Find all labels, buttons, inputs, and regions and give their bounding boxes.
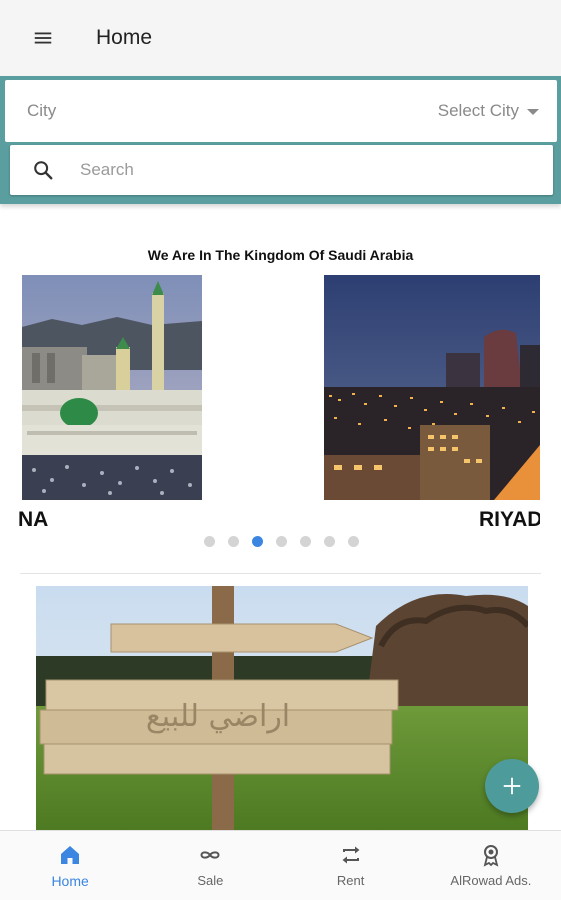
carousel-title: We Are In The Kingdom Of Saudi Arabia bbox=[147, 247, 414, 263]
carousel-slide-label-medina: NA bbox=[18, 508, 49, 531]
nav-label-sale: Sale bbox=[197, 873, 224, 888]
nav-label-home: Home bbox=[51, 872, 89, 889]
caret-down-icon bbox=[527, 109, 539, 115]
carousel-slide-riyadh[interactable] bbox=[324, 275, 540, 500]
carousel-slide-medina[interactable] bbox=[22, 275, 202, 500]
svg-text:اراضي للبيع: اراضي للبيع bbox=[146, 699, 290, 734]
medina-mosque-photo bbox=[22, 275, 202, 500]
page-title: Home bbox=[96, 26, 153, 49]
city-select-dropdown[interactable]: Select City bbox=[438, 101, 539, 121]
menu-button[interactable] bbox=[0, 0, 86, 76]
city-row: City Select City bbox=[5, 80, 557, 142]
award-icon bbox=[483, 845, 499, 867]
pager-dot[interactable] bbox=[228, 536, 239, 547]
section-divider bbox=[20, 573, 541, 574]
land-for-sale-sign-photo: اراضي للبيع bbox=[36, 586, 528, 830]
carousel-pager bbox=[0, 536, 561, 547]
city-select-value: Select City bbox=[437, 101, 519, 120]
infinity-icon bbox=[200, 851, 220, 859]
pager-dot[interactable] bbox=[300, 536, 311, 547]
city-label: City bbox=[27, 101, 57, 120]
nav-item-home[interactable]: Home bbox=[0, 831, 140, 900]
search-input[interactable] bbox=[80, 160, 500, 180]
search-bar[interactable] bbox=[10, 145, 553, 195]
bottom-navigation: Home Sale Rent AlRowad Ads. bbox=[0, 830, 561, 900]
nav-item-rent[interactable]: Rent bbox=[281, 831, 421, 900]
repeat-icon bbox=[342, 846, 360, 864]
app-bar: Home bbox=[0, 0, 561, 76]
home-icon bbox=[61, 845, 80, 864]
pager-dot-active[interactable] bbox=[252, 536, 263, 547]
search-icon bbox=[34, 161, 53, 180]
land-for-sale-banner[interactable]: اراضي للبيع bbox=[36, 586, 528, 830]
nav-item-alrowad-ads[interactable]: AlRowad Ads. bbox=[421, 831, 561, 900]
pager-dot[interactable] bbox=[204, 536, 215, 547]
pager-dot[interactable] bbox=[276, 536, 287, 547]
add-ad-fab[interactable] bbox=[485, 759, 539, 813]
nav-label-rent: Rent bbox=[336, 873, 365, 888]
nav-label-alrowad-ads: AlRowad Ads. bbox=[450, 873, 532, 888]
riyadh-skyline-photo bbox=[324, 275, 540, 500]
pager-dot[interactable] bbox=[348, 536, 359, 547]
carousel-slide-label-riyadh: RIYAD bbox=[479, 508, 540, 531]
pager-dot[interactable] bbox=[324, 536, 335, 547]
search-panel: City Select City bbox=[0, 76, 561, 204]
plus-icon bbox=[503, 777, 521, 795]
nav-item-sale[interactable]: Sale bbox=[140, 831, 280, 900]
hamburger-menu-icon bbox=[34, 32, 52, 44]
